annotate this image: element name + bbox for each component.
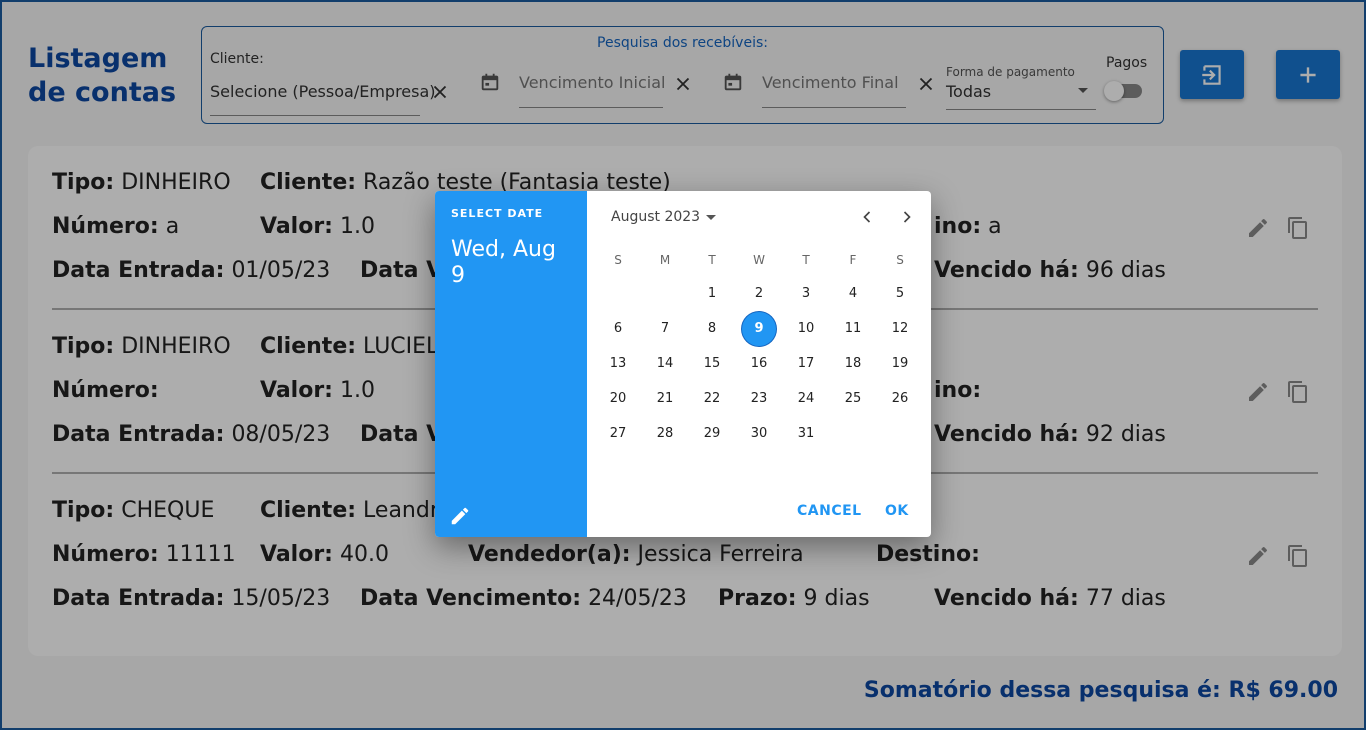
calendar-day[interactable]: 4 (836, 277, 870, 311)
calendar-day[interactable]: 27 (601, 417, 635, 451)
selected-date-display: Wed, Aug 9 (451, 237, 556, 288)
calendar-day[interactable]: 7 (648, 312, 682, 346)
calendar-day[interactable]: 28 (648, 417, 682, 451)
calendar-day[interactable]: 15 (695, 347, 729, 381)
calendar-day[interactable]: 29 (695, 417, 729, 451)
calendar-day[interactable]: 14 (648, 347, 682, 381)
calendar-day[interactable]: 20 (601, 382, 635, 416)
weekday-label: S (896, 253, 904, 267)
ok-button[interactable]: OK (885, 503, 909, 519)
date-picker-overline: SELECT DATE (451, 207, 544, 220)
calendar-day[interactable]: 17 (789, 347, 823, 381)
month-year-selector[interactable]: August 2023 (611, 209, 717, 225)
calendar-day[interactable]: 13 (601, 347, 635, 381)
weekday-label: W (753, 253, 765, 267)
calendar-day[interactable]: 12 (883, 312, 917, 346)
weekday-label: T (802, 253, 810, 267)
calendar-day[interactable]: 23 (742, 382, 776, 416)
calendar-day[interactable]: 8 (695, 312, 729, 346)
edit-input-mode-icon[interactable] (449, 505, 471, 527)
calendar-day[interactable]: 24 (789, 382, 823, 416)
weekday-label: T (708, 253, 716, 267)
previous-month-icon[interactable] (857, 207, 877, 227)
next-month-icon[interactable] (897, 207, 917, 227)
calendar-day[interactable]: 11 (836, 312, 870, 346)
dropdown-arrow-icon (706, 214, 717, 220)
calendar-day[interactable]: 3 (789, 277, 823, 311)
weekday-label: F (849, 253, 857, 267)
weekday-label: S (614, 253, 622, 267)
weekday-label: M (659, 253, 671, 267)
calendar-day[interactable]: 10 (789, 312, 823, 346)
calendar-day[interactable]: 2 (742, 277, 776, 311)
calendar-day[interactable]: 19 (883, 347, 917, 381)
calendar-day[interactable]: 25 (836, 382, 870, 416)
selected-day[interactable]: 9 (742, 312, 776, 346)
calendar-day[interactable]: 21 (648, 382, 682, 416)
calendar-day[interactable]: 5 (883, 277, 917, 311)
calendar-day[interactable]: 31 (789, 417, 823, 451)
month-year-label: August 2023 (611, 209, 701, 225)
date-picker-dialog: SELECT DATE Wed, Aug 9 August 2023 S M T W T… (435, 191, 931, 537)
calendar-day[interactable]: 18 (836, 347, 870, 381)
calendar-day[interactable]: 16 (742, 347, 776, 381)
calendar-day[interactable]: 22 (695, 382, 729, 416)
date-picker-header: SELECT DATE Wed, Aug 9 (435, 191, 587, 537)
calendar-day[interactable]: 26 (883, 382, 917, 416)
calendar-day[interactable]: 6 (601, 312, 635, 346)
calendar-day[interactable]: 1 (695, 277, 729, 311)
cancel-button[interactable]: CANCEL (797, 503, 862, 519)
calendar-day[interactable]: 30 (742, 417, 776, 451)
